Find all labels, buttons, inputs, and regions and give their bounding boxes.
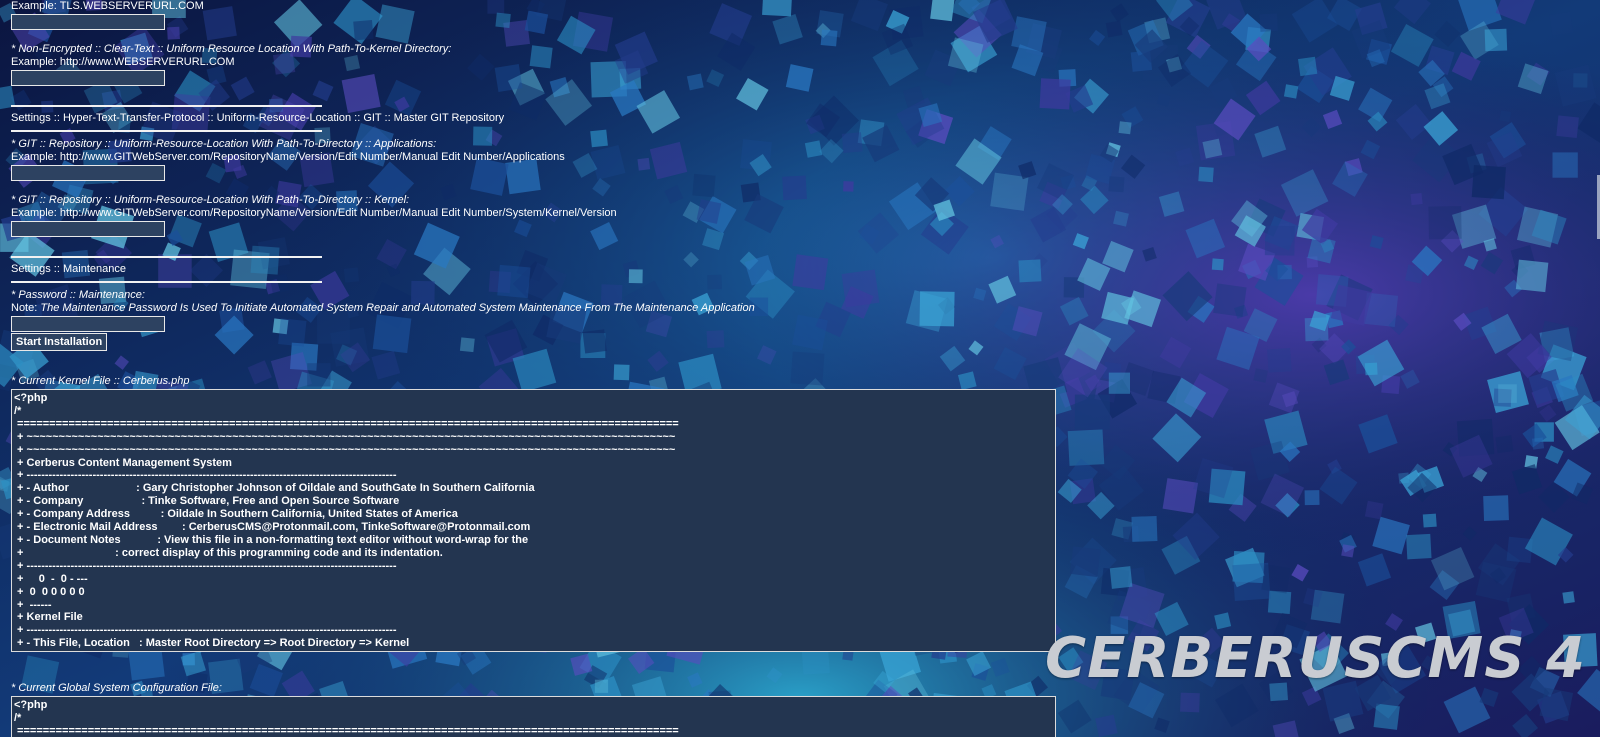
git-apps-section: * GIT :: Repository :: Uniform-Resource-… <box>11 138 565 181</box>
divider <box>11 130 322 132</box>
divider <box>11 281 322 283</box>
git-kernel-example: Example: http://www.GITWebServer.com/Rep… <box>11 207 617 219</box>
nonencrypted-label: * Non-Encrypted :: Clear-Text :: Uniform… <box>11 43 452 55</box>
kernel-file-label: * Current Kernel File :: Cerberus.php <box>11 375 190 387</box>
maintenance-heading: Settings :: Maintenance <box>11 263 126 275</box>
git-apps-example: Example: http://www.GITWebServer.com/Rep… <box>11 151 565 163</box>
start-installation-wrap: Start Installation <box>11 333 108 351</box>
git-kernel-section: * GIT :: Repository :: Uniform-Resource-… <box>11 194 617 237</box>
git-kernel-url-field[interactable] <box>11 221 165 237</box>
maintenance-note-text: The Maintenance Password Is Used To Init… <box>40 302 755 314</box>
maintenance-section: * Password :: Maintenance: Note: The Mai… <box>11 289 755 332</box>
tls-url-field[interactable] <box>11 14 165 30</box>
tls-section: Example: TLS.WEBSERVERURL.COM <box>11 0 204 30</box>
git-apps-url-field[interactable] <box>11 165 165 181</box>
global-config-textarea[interactable]: <?php /* ===============================… <box>11 696 1056 737</box>
global-config-label: * Current Global System Configuration Fi… <box>11 682 222 694</box>
start-installation-button[interactable]: Start Installation <box>11 333 108 351</box>
nonencrypted-section: * Non-Encrypted :: Clear-Text :: Uniform… <box>11 43 451 86</box>
kernel-file-textarea[interactable]: <?php /* ===============================… <box>11 389 1056 652</box>
maintenance-password-field[interactable] <box>11 316 165 332</box>
cerberuscms-logo: CERBERUSCMS 4 <box>1045 626 1586 691</box>
tls-example: Example: TLS.WEBSERVERURL.COM <box>11 0 204 12</box>
divider <box>11 256 322 258</box>
maintenance-note: Note: The Maintenance Password Is Used T… <box>11 302 755 315</box>
nonencrypted-example: Example: http://www.WEBSERVERURL.COM <box>11 56 235 68</box>
git-kernel-label: * GIT :: Repository :: Uniform-Resource-… <box>11 194 410 206</box>
maintenance-password-label: * Password :: Maintenance: <box>11 289 145 301</box>
divider <box>11 105 322 107</box>
nonencrypted-url-field[interactable] <box>11 70 165 86</box>
git-settings-heading: Settings :: Hyper-Text-Transfer-Protocol… <box>11 112 505 124</box>
maintenance-note-prefix: Note: <box>11 302 41 314</box>
git-apps-label: * GIT :: Repository :: Uniform-Resource-… <box>11 138 437 150</box>
